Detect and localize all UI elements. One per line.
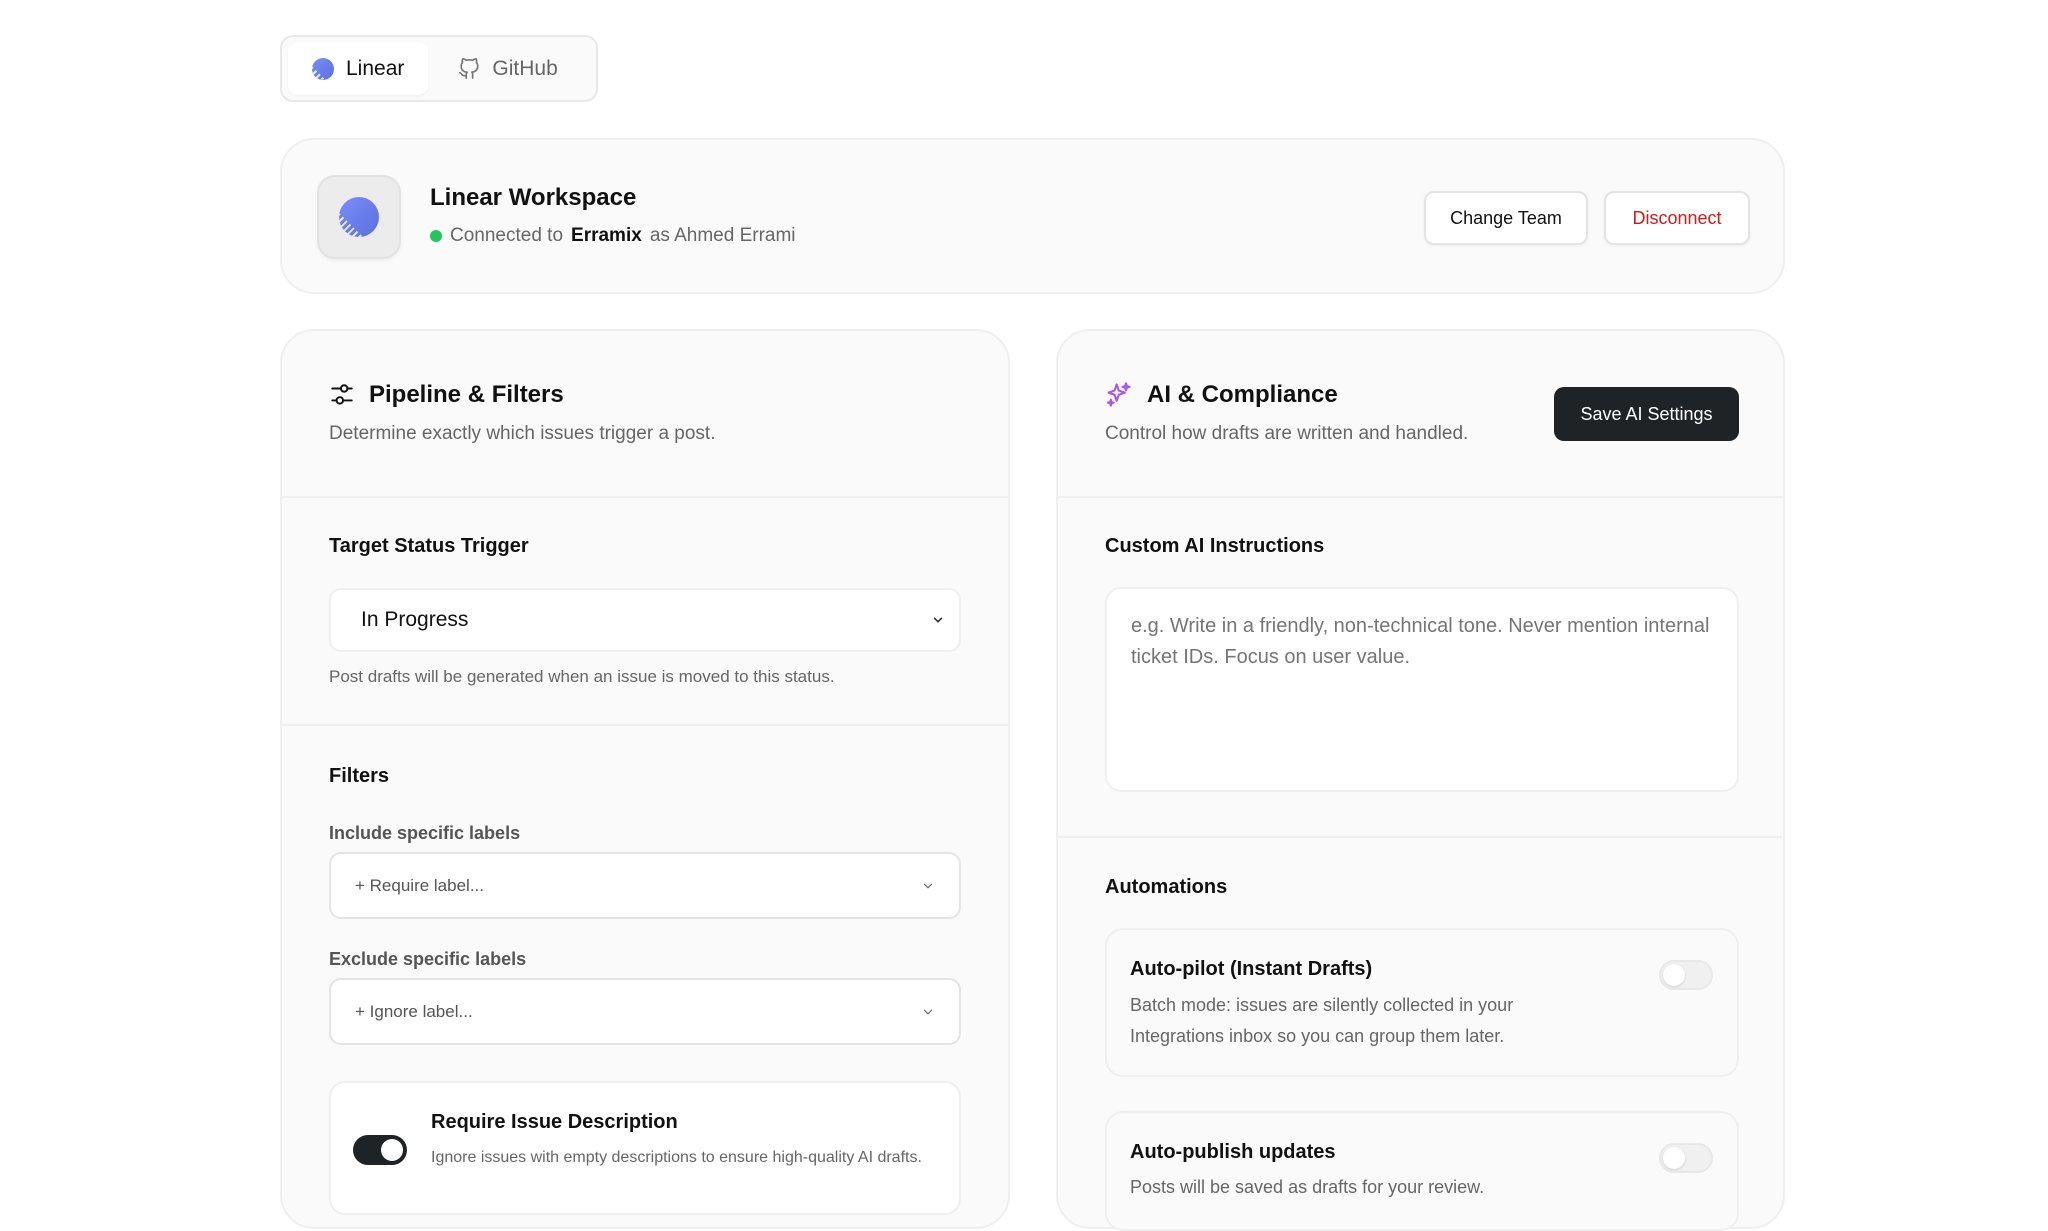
require-description-text: Ignore issues with empty descriptions to… bbox=[431, 1149, 922, 1166]
pipeline-title: Pipeline & Filters bbox=[329, 381, 564, 409]
custom-instructions-input[interactable] bbox=[1105, 587, 1739, 792]
disconnect-button[interactable]: Disconnect bbox=[1604, 191, 1750, 245]
target-status-select[interactable]: In Progress bbox=[329, 588, 961, 652]
autopublish-toggle[interactable] bbox=[1659, 1143, 1713, 1173]
ai-header: AI & Compliance Control how drafts are w… bbox=[1058, 331, 1783, 498]
tab-github[interactable]: GitHub bbox=[434, 42, 581, 95]
workspace-title: Linear Workspace bbox=[430, 184, 637, 211]
tab-linear[interactable]: Linear bbox=[288, 42, 429, 95]
target-status-help: Post drafts will be generated when an is… bbox=[329, 667, 835, 686]
save-ai-settings-button[interactable]: Save AI Settings bbox=[1554, 387, 1739, 441]
autopilot-toggle[interactable] bbox=[1659, 960, 1713, 990]
chevron-down-icon bbox=[933, 617, 943, 623]
user-name: as Ahmed Errami bbox=[649, 225, 796, 246]
pipeline-header: Pipeline & Filters Determine exactly whi… bbox=[282, 331, 1008, 498]
linear-logo-icon bbox=[312, 57, 334, 80]
status-prefix: Connected to bbox=[450, 225, 564, 246]
chevron-down-icon bbox=[923, 1009, 933, 1015]
exclude-labels-label: Exclude specific labels bbox=[329, 949, 527, 969]
automations-title: Automations bbox=[1105, 876, 1228, 898]
tab-label: Linear bbox=[346, 56, 405, 80]
pipeline-title-text: Pipeline & Filters bbox=[369, 381, 564, 408]
filters-title: Filters bbox=[329, 765, 390, 787]
ai-compliance-panel: AI & Compliance Control how drafts are w… bbox=[1056, 329, 1785, 1231]
chevron-down-icon bbox=[923, 883, 933, 889]
exclude-labels-select[interactable]: + Ignore label... bbox=[329, 978, 961, 1045]
autopilot-card: Auto-pilot (Instant Drafts) Batch mode: … bbox=[1105, 928, 1739, 1077]
section-divider bbox=[1058, 836, 1783, 838]
pipeline-panel: Pipeline & Filters Determine exactly whi… bbox=[280, 329, 1010, 1229]
org-name: Erramix bbox=[571, 225, 642, 246]
exclude-placeholder: + Ignore label... bbox=[355, 1001, 473, 1021]
target-status-title: Target Status Trigger bbox=[329, 535, 529, 557]
status-dot-icon bbox=[430, 230, 442, 242]
section-divider bbox=[282, 724, 1008, 726]
ai-title: AI & Compliance bbox=[1105, 381, 1338, 409]
workspace-logo bbox=[317, 175, 401, 259]
integration-tabs: Linear GitHub bbox=[280, 35, 598, 102]
ai-title-text: AI & Compliance bbox=[1147, 381, 1338, 408]
tab-label: GitHub bbox=[492, 56, 558, 80]
require-description-title: Require Issue Description bbox=[431, 1111, 678, 1133]
include-labels-select[interactable]: + Require label... bbox=[329, 852, 961, 919]
autopilot-desc: Batch mode: issues are silently collecte… bbox=[1130, 995, 1514, 1046]
pipeline-subtitle: Determine exactly which issues trigger a… bbox=[329, 423, 716, 444]
workspace-card: Linear Workspace Connected to Erramix as… bbox=[280, 138, 1785, 294]
custom-instructions-title: Custom AI Instructions bbox=[1105, 535, 1325, 557]
sliders-icon bbox=[331, 384, 353, 405]
ai-subtitle: Control how drafts are written and handl… bbox=[1105, 423, 1469, 444]
linear-logo-icon bbox=[339, 197, 379, 237]
connection-status: Connected to Erramix as Ahmed Errami bbox=[430, 225, 796, 247]
include-labels-label: Include specific labels bbox=[329, 823, 521, 843]
target-status-value: In Progress bbox=[361, 608, 469, 631]
autopublish-card: Auto-publish updates Posts will be saved… bbox=[1105, 1111, 1739, 1231]
require-description-toggle[interactable] bbox=[353, 1135, 407, 1165]
sparkles-icon bbox=[1106, 382, 1131, 407]
autopublish-title: Auto-publish updates bbox=[1130, 1141, 1336, 1163]
change-team-button[interactable]: Change Team bbox=[1424, 191, 1588, 245]
autopublish-desc: Posts will be saved as drafts for your r… bbox=[1130, 1177, 1485, 1197]
require-description-card: Require Issue Description Ignore issues … bbox=[329, 1081, 961, 1215]
autopilot-title: Auto-pilot (Instant Drafts) bbox=[1130, 958, 1373, 980]
github-icon bbox=[459, 57, 479, 79]
include-placeholder: + Require label... bbox=[355, 875, 484, 895]
